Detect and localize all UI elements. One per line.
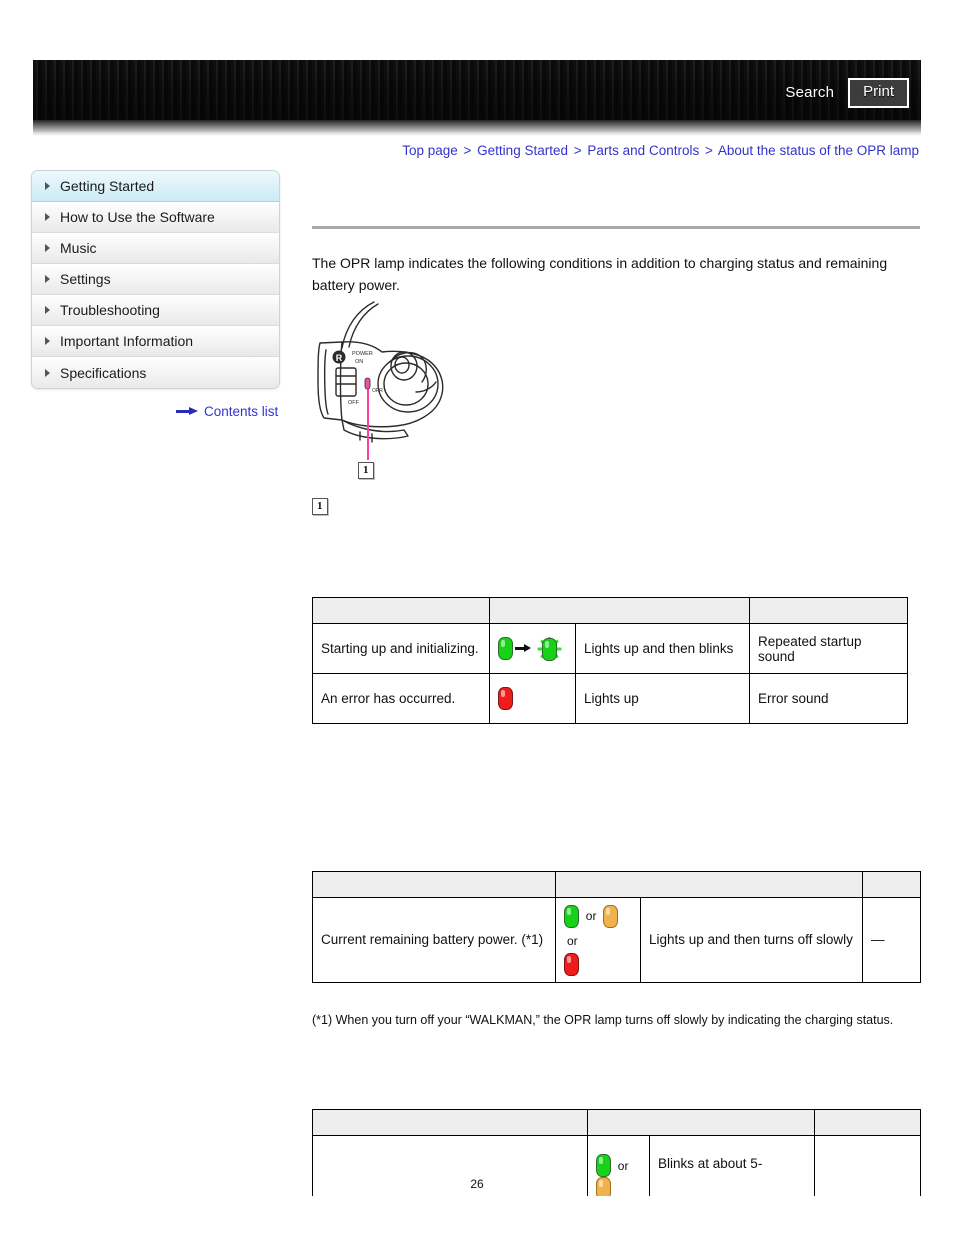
table-header-row [312, 597, 908, 624]
chevron-right-icon [45, 306, 50, 314]
cell-lamp-indicator [489, 623, 576, 674]
svg-text:OPR: OPR [372, 388, 383, 394]
chevron-right-icon [45, 182, 50, 190]
cell-lamp-indicator [489, 673, 576, 724]
print-button[interactable]: Print [848, 78, 909, 108]
intro-paragraph: The OPR lamp indicates the following con… [312, 255, 888, 293]
svg-text:OFF: OFF [348, 400, 360, 406]
sidebar-item-label: Troubleshooting [60, 302, 160, 318]
cell-behavior: Lights up and then blinks [575, 623, 750, 674]
cell-behavior: Lights up [575, 673, 750, 724]
breadcrumb: Top page > Getting Started > Parts and C… [0, 143, 919, 158]
sidebar-item-important-information[interactable]: Important Information [32, 326, 279, 357]
sidebar-item-label: Music [60, 240, 97, 256]
sidebar-item-troubleshooting[interactable]: Troubleshooting [32, 295, 279, 326]
callout-number: 1 [358, 462, 374, 479]
lamp-red-icon [564, 952, 579, 976]
cell-sound: — [862, 897, 921, 983]
table-row: Starting up and initializing. Lights up … [312, 623, 908, 674]
device-illustration: R POWER ON OFF OPR 1 [312, 300, 502, 490]
opr-lamp-status-table-2: Current remaining battery power. (*1) or… [312, 871, 921, 983]
breadcrumb-item-top-page[interactable]: Top page [402, 143, 458, 158]
sidebar-item-label: How to Use the Software [60, 209, 215, 225]
breadcrumb-separator: > [704, 143, 713, 158]
sidebar-nav: Getting Started How to Use the Software … [31, 170, 280, 389]
table-header-sound [814, 1109, 921, 1136]
svg-text:R: R [336, 353, 343, 363]
page-number: 26 [470, 1177, 484, 1191]
sidebar-item-getting-started[interactable]: Getting Started [32, 171, 279, 202]
table-header-lamp [489, 597, 750, 624]
cell-sound: Error sound [749, 673, 908, 724]
chevron-right-icon [45, 337, 50, 345]
content-divider [312, 226, 920, 229]
svg-text:POWER: POWER [352, 351, 373, 357]
lamp-red-icon [498, 687, 513, 710]
lamp-green-icon [564, 904, 579, 928]
cell-condition: Starting up and initializing. [312, 623, 490, 674]
table-header-row [312, 871, 921, 898]
cell-condition: Current remaining battery power. (*1) [312, 897, 556, 983]
contents-list-link[interactable]: Contents list [176, 404, 278, 419]
chevron-right-icon [45, 275, 50, 283]
cell-lamp-indicator: or or [555, 897, 641, 983]
footnote-1: (*1) When you turn off your “WALKMAN,” t… [312, 1013, 894, 1027]
or-label: or [567, 933, 578, 948]
sidebar-item-label: Important Information [60, 333, 194, 349]
table-row: Current remaining battery power. (*1) or… [312, 897, 921, 983]
header-banner-fade [33, 120, 921, 136]
right-arrow-icon [176, 407, 198, 416]
page-bottom-clip [0, 1196, 954, 1235]
header-controls: Search Print [785, 78, 909, 108]
lamp-green-blinking-icon [531, 632, 567, 666]
callout-number: 1 [312, 498, 328, 515]
chevron-right-icon [45, 244, 50, 252]
contents-list-label: Contents list [204, 404, 279, 419]
table-header-lamp [587, 1109, 815, 1136]
breadcrumb-item-current-page[interactable]: About the status of the OPR lamp [718, 143, 919, 158]
cell-behavior: Lights up and then turns off slowly [640, 897, 863, 983]
lamp-green-icon [498, 637, 513, 660]
sidebar-item-music[interactable]: Music [32, 233, 279, 264]
lamp-green-icon [596, 1154, 611, 1177]
breadcrumb-item-getting-started[interactable]: Getting Started [477, 143, 568, 158]
table-header-sound [749, 597, 908, 624]
sidebar-item-label: Settings [60, 271, 111, 287]
illustration-callout-1: 1 [358, 460, 374, 479]
table-header-row [312, 1109, 921, 1136]
or-label: or [585, 909, 597, 924]
opr-lamp-status-table-1: Starting up and initializing. Lights up … [312, 597, 908, 724]
cell-sound: Repeated startup sound [749, 623, 908, 674]
chevron-right-icon [45, 213, 50, 221]
table-header-condition [312, 1109, 588, 1136]
callout-marker-1: 1 [312, 496, 328, 515]
cell-condition: An error has occurred. [312, 673, 490, 724]
sidebar-item-label: Getting Started [60, 178, 155, 194]
table-row: An error has occurred. Lights up Error s… [312, 673, 908, 724]
sidebar-item-settings[interactable]: Settings [32, 264, 279, 295]
chevron-right-icon [45, 368, 50, 377]
search-button[interactable]: Search [785, 84, 834, 101]
breadcrumb-separator: > [463, 143, 472, 158]
or-label: or [617, 1158, 629, 1173]
sidebar-item-specifications[interactable]: Specifications [32, 357, 279, 388]
table-header-condition [312, 871, 556, 898]
table-header-lamp [555, 871, 863, 898]
breadcrumb-item-parts-and-controls[interactable]: Parts and Controls [587, 143, 699, 158]
sidebar-item-label: Specifications [60, 364, 147, 381]
breadcrumb-separator: > [573, 143, 582, 158]
table-header-sound [862, 871, 921, 898]
svg-text:ON: ON [355, 359, 363, 365]
lamp-orange-icon [603, 904, 619, 928]
sidebar-item-how-to-use-the-software[interactable]: How to Use the Software [32, 202, 279, 233]
table-header-condition [312, 597, 490, 624]
